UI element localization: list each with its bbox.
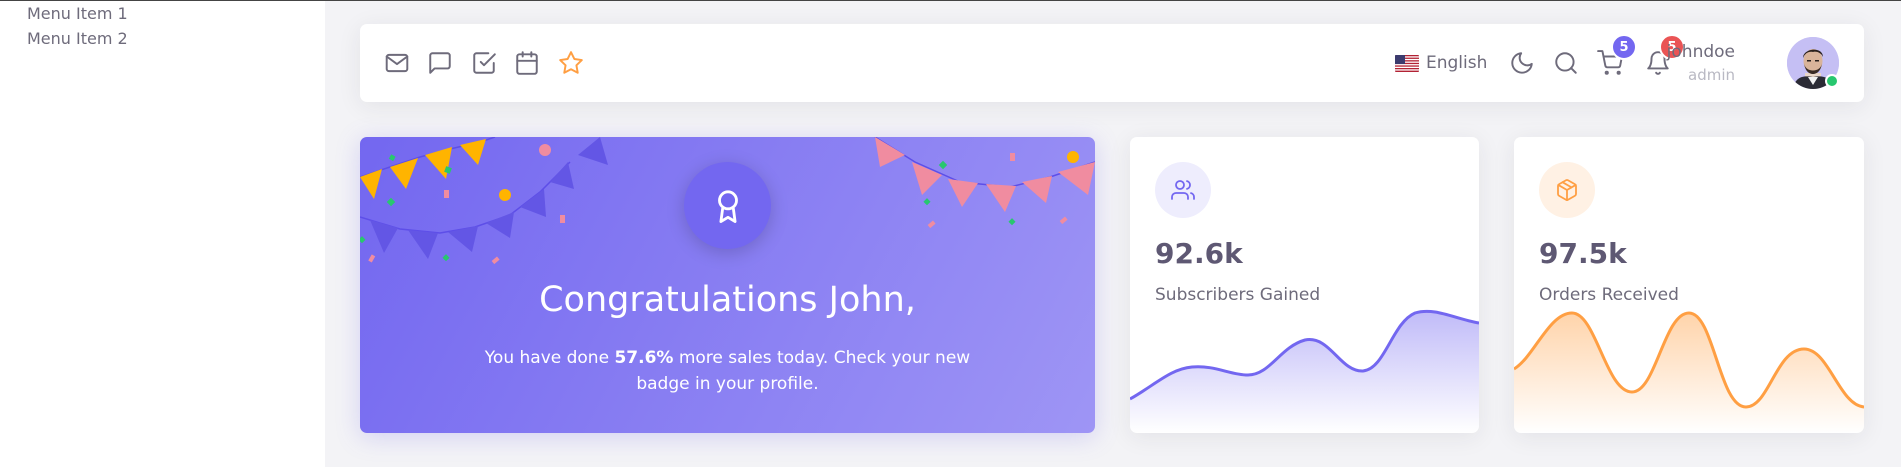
todo-icon[interactable]	[471, 50, 497, 76]
chat-icon[interactable]	[427, 50, 453, 76]
users-icon	[1155, 162, 1211, 218]
orders-sparkline	[1514, 311, 1864, 433]
orders-card: 97.5k Orders Received	[1514, 137, 1864, 433]
orders-value: 97.5k	[1539, 237, 1627, 270]
user-name[interactable]: johndoe	[1667, 42, 1735, 62]
package-icon	[1539, 162, 1595, 218]
star-icon[interactable]	[558, 50, 584, 76]
sidebar-item-menu-2[interactable]: Menu Item 2	[27, 29, 128, 49]
language-dropdown[interactable]: English	[1395, 51, 1487, 75]
subscribers-card: 92.6k Subscribers Gained	[1130, 137, 1479, 433]
award-badge	[684, 162, 771, 249]
sales-percentage: 57.6%	[614, 348, 674, 368]
cart-count-badge: 5	[1611, 34, 1637, 60]
congratulations-text: You have done 57.6% more sales today. Ch…	[470, 345, 985, 397]
congratulations-text-before: You have done	[484, 348, 615, 368]
congratulations-text-after: more sales today. Check your new badge i…	[636, 348, 971, 394]
congratulations-title: Congratulations John,	[539, 280, 916, 320]
user-role: admin	[1688, 66, 1735, 84]
moon-icon[interactable]	[1509, 50, 1535, 76]
congratulations-card: Congratulations John, You have done 57.6…	[360, 137, 1095, 433]
language-label: English	[1426, 53, 1488, 73]
subscribers-value: 92.6k	[1155, 237, 1243, 270]
search-icon[interactable]	[1553, 50, 1579, 76]
mail-icon[interactable]	[384, 50, 410, 76]
award-icon	[717, 189, 738, 223]
top-navbar: English 5 5 johndoe admin	[360, 24, 1864, 102]
us-flag-icon	[1395, 54, 1419, 72]
calendar-icon[interactable]	[514, 50, 540, 76]
sidebar-item-menu-1[interactable]: Menu Item 1	[27, 4, 128, 24]
subscribers-sparkline	[1130, 309, 1479, 433]
sidebar: Menu Item 1 Menu Item 2	[0, 1, 325, 467]
online-status-dot	[1825, 74, 1839, 88]
